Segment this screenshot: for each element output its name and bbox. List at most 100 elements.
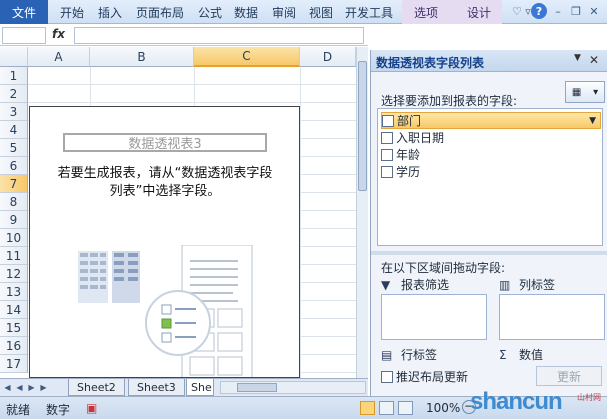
pivot-illustration-icon	[78, 245, 253, 377]
formula-bar: fx	[0, 25, 368, 46]
minimize-icon[interactable]: –	[550, 3, 566, 19]
tab-home[interactable]: 开始	[60, 0, 84, 24]
horizontal-scrollbar[interactable]	[220, 381, 366, 394]
sheet-tab-sheet3[interactable]: Sheet3	[128, 379, 185, 396]
columns-icon: ▥	[499, 277, 511, 292]
field-checkbox[interactable]	[381, 165, 393, 178]
sheet-tab-bar: ◀ ◀ ▶ ▶ Sheet2 Sheet3 She	[0, 378, 368, 396]
zoom-level[interactable]: 100%	[426, 401, 460, 415]
filter-icon: ▼	[381, 277, 391, 292]
values-label: Σ 数值	[499, 346, 543, 363]
prev-sheet-icon[interactable]: ◀	[14, 381, 25, 394]
layout-options-button[interactable]: ▦ ▾	[565, 81, 605, 103]
defer-label: 推迟布局更新	[396, 370, 469, 384]
ribbon: 文件 开始 插入 页面布局 公式 数据 审阅 视图 开发工具 选项 设计 ♡ ▿…	[0, 0, 607, 24]
tab-design[interactable]: 设计	[467, 0, 491, 24]
values-text: 数值	[519, 348, 544, 362]
row-header[interactable]: 10	[0, 229, 28, 247]
report-filter-label: ▼ 报表筛选	[381, 276, 449, 293]
column-header[interactable]: B	[90, 47, 194, 67]
tab-insert[interactable]: 插入	[98, 0, 122, 24]
page-layout-view-icon[interactable]	[379, 401, 394, 415]
horizontal-scroll-thumb[interactable]	[237, 383, 277, 392]
row-header[interactable]: 8	[0, 193, 28, 211]
report-filter-zone[interactable]	[381, 294, 487, 340]
column-labels-text: 列标签	[519, 278, 556, 292]
vertical-scroll-thumb[interactable]	[358, 61, 367, 191]
row-header[interactable]: 6	[0, 157, 28, 175]
pivot-instructions-line1: 若要生成报表，请从“数据透视表字段	[57, 166, 273, 181]
next-sheet-icon[interactable]: ▶	[26, 381, 37, 394]
row-header[interactable]: 9	[0, 211, 28, 229]
field-layout-icon: ▦	[571, 86, 582, 98]
report-filter-text: 报表筛选	[401, 278, 450, 292]
tab-developer[interactable]: 开发工具	[345, 0, 393, 24]
row-header[interactable]: 16	[0, 337, 28, 355]
update-button[interactable]: 更新	[536, 366, 602, 386]
field-dropdown-icon[interactable]: ▼	[589, 116, 596, 126]
row-header[interactable]: 11	[0, 247, 28, 265]
tab-data[interactable]: 数据	[234, 0, 258, 24]
first-sheet-icon[interactable]: ◀	[2, 381, 13, 394]
pivot-table-placeholder[interactable]: 数据透视表3 若要生成报表，请从“数据透视表字段 列表”中选择字段。	[29, 106, 300, 378]
watermark-sub: 山村网	[577, 393, 601, 402]
row-header[interactable]: 15	[0, 319, 28, 337]
name-box[interactable]	[2, 27, 46, 44]
row-header[interactable]: 4	[0, 121, 28, 139]
field-item-hire-date[interactable]: 入职日期	[381, 129, 601, 146]
field-item-department[interactable]: 部门 ▼	[381, 112, 601, 129]
macro-record-icon[interactable]: ▣	[86, 401, 97, 415]
sheet-tab-sheet2[interactable]: Sheet2	[68, 379, 125, 396]
gridline	[300, 67, 301, 378]
column-header[interactable]: A	[28, 47, 90, 67]
pivot-instructions: 若要生成报表，请从“数据透视表字段 列表”中选择字段。	[32, 165, 298, 201]
pane-close-icon[interactable]: ✕	[589, 53, 599, 67]
field-label: 年龄	[396, 148, 421, 162]
tab-view[interactable]: 视图	[309, 0, 333, 24]
pane-header: 数据透视表字段列表 ▼ ✕	[371, 50, 607, 72]
column-header[interactable]: D	[300, 47, 356, 67]
normal-view-icon[interactable]	[360, 401, 375, 415]
tab-formulas[interactable]: 公式	[198, 0, 222, 24]
select-all-corner[interactable]	[0, 47, 28, 67]
column-header[interactable]: C	[194, 47, 300, 67]
row-header[interactable]: 14	[0, 301, 28, 319]
row-header[interactable]: 1	[0, 67, 28, 85]
row-header[interactable]: 2	[0, 85, 28, 103]
field-label: 学历	[396, 165, 421, 179]
row-header[interactable]: 12	[0, 265, 28, 283]
page-break-view-icon[interactable]	[398, 401, 413, 415]
restore-icon[interactable]: ❐	[568, 3, 584, 19]
row-header[interactable]: 7	[0, 175, 28, 193]
column-labels-label: ▥ 列标签	[499, 276, 555, 293]
column-labels-zone[interactable]	[499, 294, 605, 340]
chevron-down-icon: ▾	[593, 86, 599, 98]
file-tab[interactable]: 文件	[0, 0, 48, 24]
pane-splitter[interactable]	[371, 251, 607, 255]
tab-page-layout[interactable]: 页面布局	[136, 0, 184, 24]
field-checkbox[interactable]	[381, 148, 393, 161]
pivot-instructions-line2: 列表”中选择字段。	[109, 184, 221, 199]
field-item-age[interactable]: 年龄	[381, 146, 601, 163]
help-icon[interactable]: ?	[531, 3, 547, 19]
last-sheet-icon[interactable]: ▶	[38, 381, 49, 394]
tab-review[interactable]: 审阅	[272, 0, 296, 24]
row-header[interactable]: 5	[0, 139, 28, 157]
field-checkbox[interactable]	[382, 114, 394, 127]
row-header[interactable]: 3	[0, 103, 28, 121]
sheet-tab-active[interactable]: She	[186, 379, 214, 396]
row-header[interactable]: 13	[0, 283, 28, 301]
fx-icon[interactable]: fx	[52, 27, 65, 41]
row-header[interactable]: 17	[0, 355, 28, 373]
tab-options[interactable]: 选项	[414, 0, 438, 24]
field-checkbox[interactable]	[381, 131, 393, 144]
pane-options-icon[interactable]: ▼	[574, 53, 581, 63]
close-icon[interactable]: ✕	[586, 3, 602, 19]
drag-fields-label: 在以下区域间拖动字段:	[381, 261, 506, 275]
field-list: 部门 ▼ 入职日期 年龄 学历	[377, 108, 603, 246]
defer-checkbox[interactable]	[381, 370, 393, 383]
formula-input[interactable]	[74, 27, 364, 44]
vertical-scrollbar[interactable]	[356, 47, 368, 378]
defer-update-row[interactable]: 推迟布局更新	[381, 368, 468, 385]
field-item-education[interactable]: 学历	[381, 163, 601, 180]
